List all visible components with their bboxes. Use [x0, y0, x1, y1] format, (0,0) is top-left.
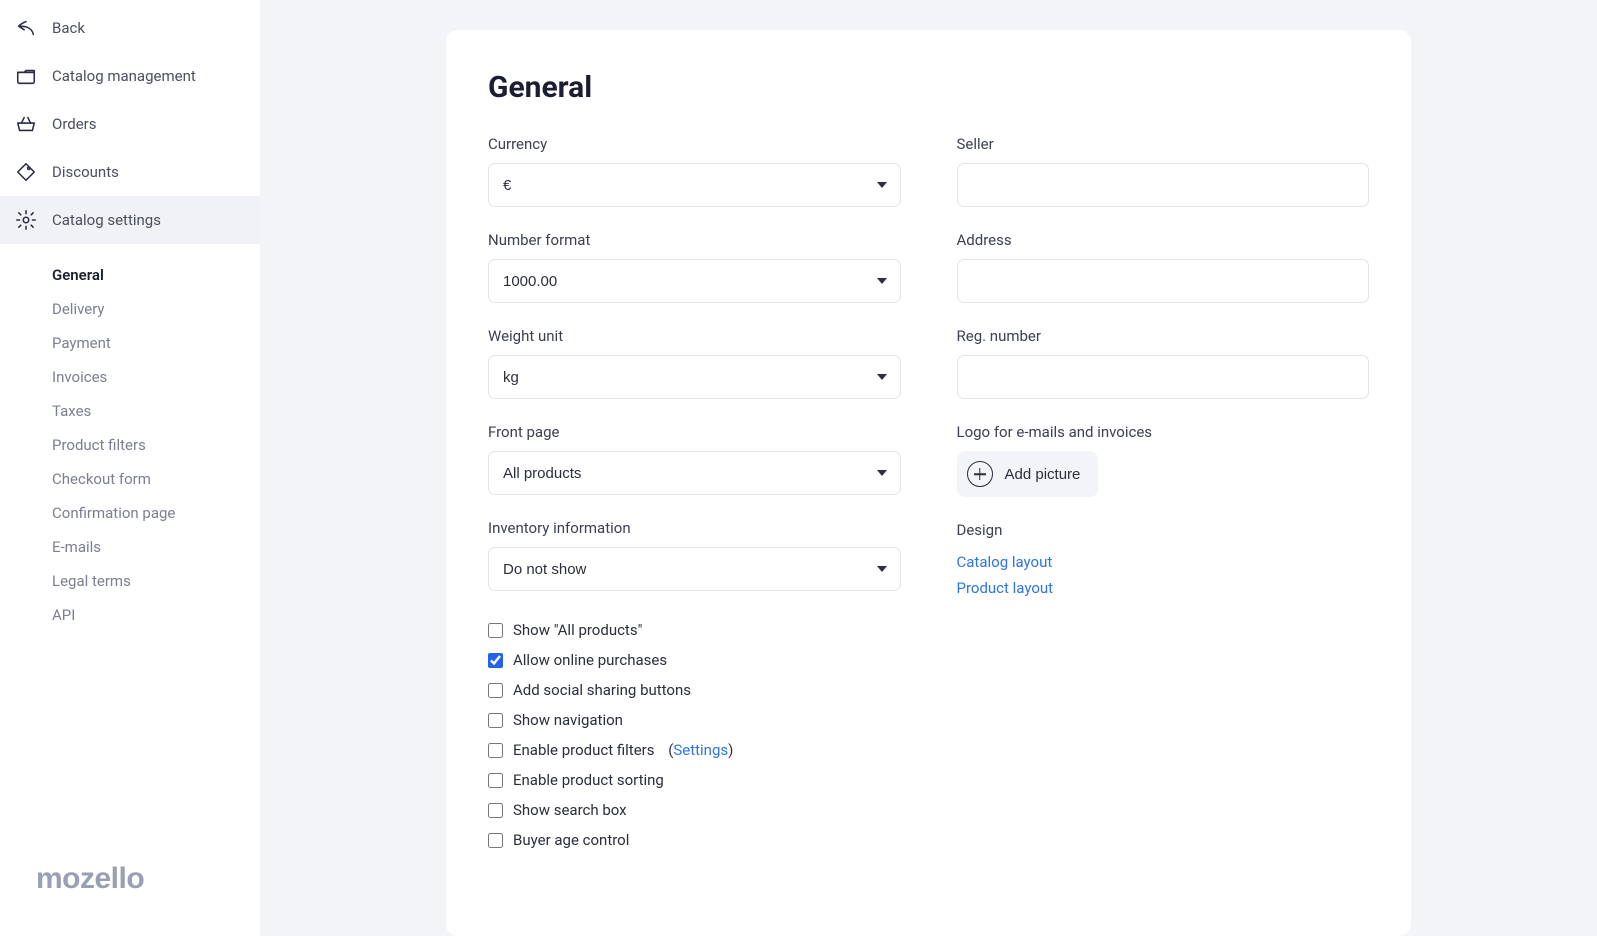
product-filters-settings-link[interactable]: Settings — [673, 741, 728, 759]
brand-logo: mozello — [0, 842, 260, 936]
folder-icon — [14, 64, 38, 88]
back-arrow-icon — [14, 16, 38, 40]
number-format-label: Number format — [488, 231, 901, 249]
subnav-item-general[interactable]: General — [52, 258, 260, 292]
checkbox-label: Show "All products" — [513, 621, 642, 639]
plus-circle-icon — [967, 461, 993, 487]
subnav-item-legal-terms[interactable]: Legal terms — [52, 564, 260, 598]
address-label: Address — [957, 231, 1370, 249]
checkbox-label: Add social sharing buttons — [513, 681, 691, 699]
check-search-box: Show search box — [488, 795, 901, 825]
design-label: Design — [957, 521, 1370, 539]
check-social-sharing: Add social sharing buttons — [488, 675, 901, 705]
checkbox-label: Show navigation — [513, 711, 623, 729]
sidebar-item-label: Catalog settings — [52, 211, 161, 229]
inventory-label: Inventory information — [488, 519, 901, 537]
sidebar-item-catalog-management[interactable]: Catalog management — [0, 52, 260, 100]
subnav-item-confirmation-page[interactable]: Confirmation page — [52, 496, 260, 530]
subnav-item-checkout-form[interactable]: Checkout form — [52, 462, 260, 496]
check-buyer-age: Buyer age control — [488, 825, 901, 855]
checkbox-label: Buyer age control — [513, 831, 629, 849]
check-show-all-products: Show "All products" — [488, 615, 901, 645]
checkbox-social-sharing[interactable] — [488, 683, 503, 698]
front-page-label: Front page — [488, 423, 901, 441]
check-product-sorting: Enable product sorting — [488, 765, 901, 795]
sidebar-item-catalog-settings[interactable]: Catalog settings — [0, 196, 260, 244]
settings-card: General Currency € Number format — [446, 30, 1411, 936]
checkbox-label: Allow online purchases — [513, 651, 667, 669]
checkbox-allow-online-purchases[interactable] — [488, 653, 503, 668]
checkbox-show-all-products[interactable] — [488, 623, 503, 638]
subnav-item-emails[interactable]: E-mails — [52, 530, 260, 564]
currency-label: Currency — [488, 135, 901, 153]
subnav-item-product-filters[interactable]: Product filters — [52, 428, 260, 462]
currency-select[interactable]: € — [488, 163, 901, 207]
tag-icon — [14, 160, 38, 184]
checkbox-buyer-age[interactable] — [488, 833, 503, 848]
seller-input[interactable] — [957, 163, 1370, 207]
page-title: General — [488, 70, 1369, 105]
gear-icon — [14, 208, 38, 232]
check-allow-online-purchases: Allow online purchases — [488, 645, 901, 675]
sidebar-item-label: Orders — [52, 115, 97, 133]
checkbox-label: Enable product filters — [513, 741, 654, 759]
seller-label: Seller — [957, 135, 1370, 153]
subnav-item-delivery[interactable]: Delivery — [52, 292, 260, 326]
check-product-filters: Enable product filters (Settings) — [488, 735, 901, 765]
address-input[interactable] — [957, 259, 1370, 303]
sidebar-item-back[interactable]: Back — [0, 4, 260, 52]
catalog-layout-link[interactable]: Catalog layout — [957, 549, 1370, 575]
check-show-navigation: Show navigation — [488, 705, 901, 735]
logo-label: Logo for e-mails and invoices — [957, 423, 1370, 441]
subnav-item-api[interactable]: API — [52, 598, 260, 632]
add-picture-label: Add picture — [1005, 466, 1081, 483]
subnav-item-taxes[interactable]: Taxes — [52, 394, 260, 428]
weight-unit-select[interactable]: kg — [488, 355, 901, 399]
basket-icon — [14, 112, 38, 136]
add-picture-button[interactable]: Add picture — [957, 451, 1099, 497]
main-area: General Currency € Number format — [260, 0, 1597, 936]
sidebar-item-orders[interactable]: Orders — [0, 100, 260, 148]
left-column: Currency € Number format 1000.00 — [488, 135, 901, 855]
checkbox-label: Show search box — [513, 801, 627, 819]
sidebar-subnav: General Delivery Payment Invoices Taxes … — [0, 244, 260, 632]
weight-unit-label: Weight unit — [488, 327, 901, 345]
front-page-select[interactable]: All products — [488, 451, 901, 495]
number-format-select[interactable]: 1000.00 — [488, 259, 901, 303]
subnav-item-invoices[interactable]: Invoices — [52, 360, 260, 394]
right-column: Seller Address Reg. number Logo for e-ma… — [957, 135, 1370, 855]
sidebar-item-label: Back — [52, 19, 85, 37]
sidebar-item-label: Discounts — [52, 163, 119, 181]
sidebar-item-label: Catalog management — [52, 67, 196, 85]
subnav-item-payment[interactable]: Payment — [52, 326, 260, 360]
checkbox-search-box[interactable] — [488, 803, 503, 818]
checkbox-show-navigation[interactable] — [488, 713, 503, 728]
sidebar-item-discounts[interactable]: Discounts — [0, 148, 260, 196]
checkbox-product-filters[interactable] — [488, 743, 503, 758]
checkbox-label: Enable product sorting — [513, 771, 664, 789]
reg-number-label: Reg. number — [957, 327, 1370, 345]
product-layout-link[interactable]: Product layout — [957, 575, 1370, 601]
reg-number-input[interactable] — [957, 355, 1370, 399]
sidebar: Back Catalog management Orders Discounts — [0, 0, 260, 936]
checkbox-product-sorting[interactable] — [488, 773, 503, 788]
inventory-select[interactable]: Do not show — [488, 547, 901, 591]
